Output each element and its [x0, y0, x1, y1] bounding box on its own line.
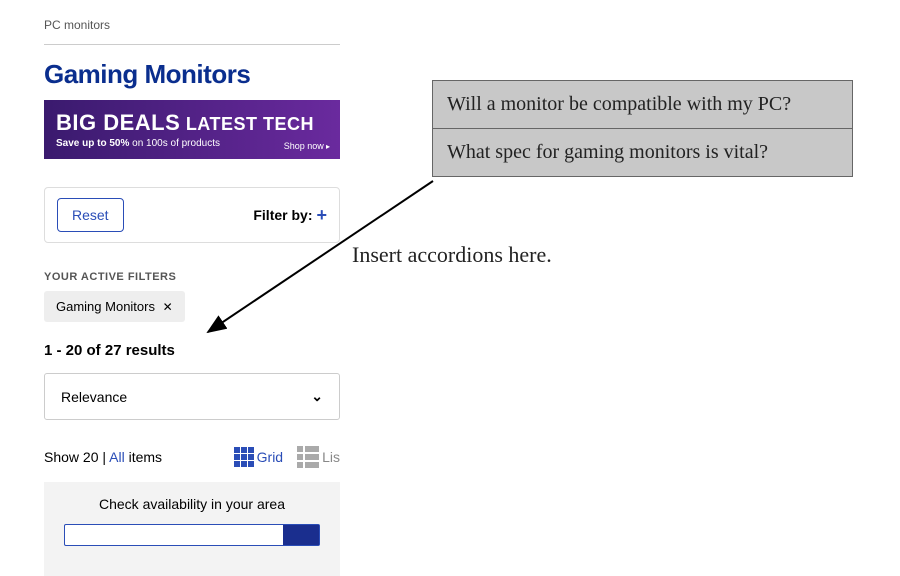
list-label: Lis — [322, 449, 340, 465]
promo-big-text: BIG DEALS — [56, 110, 180, 135]
postcode-input-group — [64, 524, 320, 546]
show-all-link[interactable]: All — [109, 449, 125, 465]
annotation-text: Insert accordions here. — [352, 242, 552, 268]
promo-latest-text: LATEST TECH — [186, 114, 314, 134]
breadcrumb[interactable]: PC monitors — [44, 0, 340, 38]
list-icon — [297, 446, 319, 468]
list-view-button[interactable]: Lis — [297, 446, 340, 468]
filter-tag[interactable]: Gaming Monitors ✕ — [44, 291, 185, 322]
show-suffix: items — [125, 449, 162, 465]
active-filters-heading: YOUR ACTIVE FILTERS — [44, 271, 340, 283]
accordion-item-spec[interactable]: What spec for gaming monitors is vital? — [432, 128, 853, 177]
promo-sub-bold: Save up to 50% — [56, 138, 129, 149]
grid-label: Grid — [257, 449, 283, 465]
show-prefix: Show — [44, 449, 83, 465]
postcode-search-button[interactable] — [283, 525, 319, 545]
accordion-item-compatibility[interactable]: Will a monitor be compatible with my PC? — [432, 80, 853, 128]
chevron-down-icon: ⌄ — [311, 388, 323, 405]
reset-button[interactable]: Reset — [57, 198, 124, 232]
filter-box: Reset Filter by: + — [44, 187, 340, 243]
promo-main: BIG DEALS LATEST TECH — [56, 110, 328, 136]
show-sep: | — [99, 449, 110, 465]
grid-icon — [234, 447, 254, 467]
plus-icon: + — [316, 205, 327, 226]
results-count: 1 - 20 of 27 results — [44, 342, 340, 359]
divider — [44, 44, 340, 45]
filter-by-label: Filter by: — [253, 207, 312, 223]
filter-tag-text: Gaming Monitors — [56, 299, 155, 314]
filter-by-toggle[interactable]: Filter by: + — [253, 205, 327, 226]
view-toggle: Grid Lis — [234, 446, 340, 468]
show-count[interactable]: 20 — [83, 449, 99, 465]
close-icon[interactable]: ✕ — [163, 300, 173, 314]
sort-value: Relevance — [61, 389, 127, 405]
page-title: Gaming Monitors — [44, 59, 340, 90]
sort-select[interactable]: Relevance ⌄ — [44, 373, 340, 420]
accordion-mockup: Will a monitor be compatible with my PC?… — [432, 80, 853, 177]
postcode-field[interactable] — [65, 525, 283, 545]
availability-box: Check availability in your area — [44, 482, 340, 576]
availability-label: Check availability in your area — [56, 496, 328, 512]
promo-sub-rest: on 100s of products — [129, 138, 220, 149]
shop-now-link[interactable]: Shop now — [284, 141, 330, 151]
promo-banner[interactable]: BIG DEALS LATEST TECH Save up to 50% on … — [44, 100, 340, 159]
grid-view-button[interactable]: Grid — [234, 447, 283, 467]
show-items-text: Show 20 | All items — [44, 449, 162, 465]
